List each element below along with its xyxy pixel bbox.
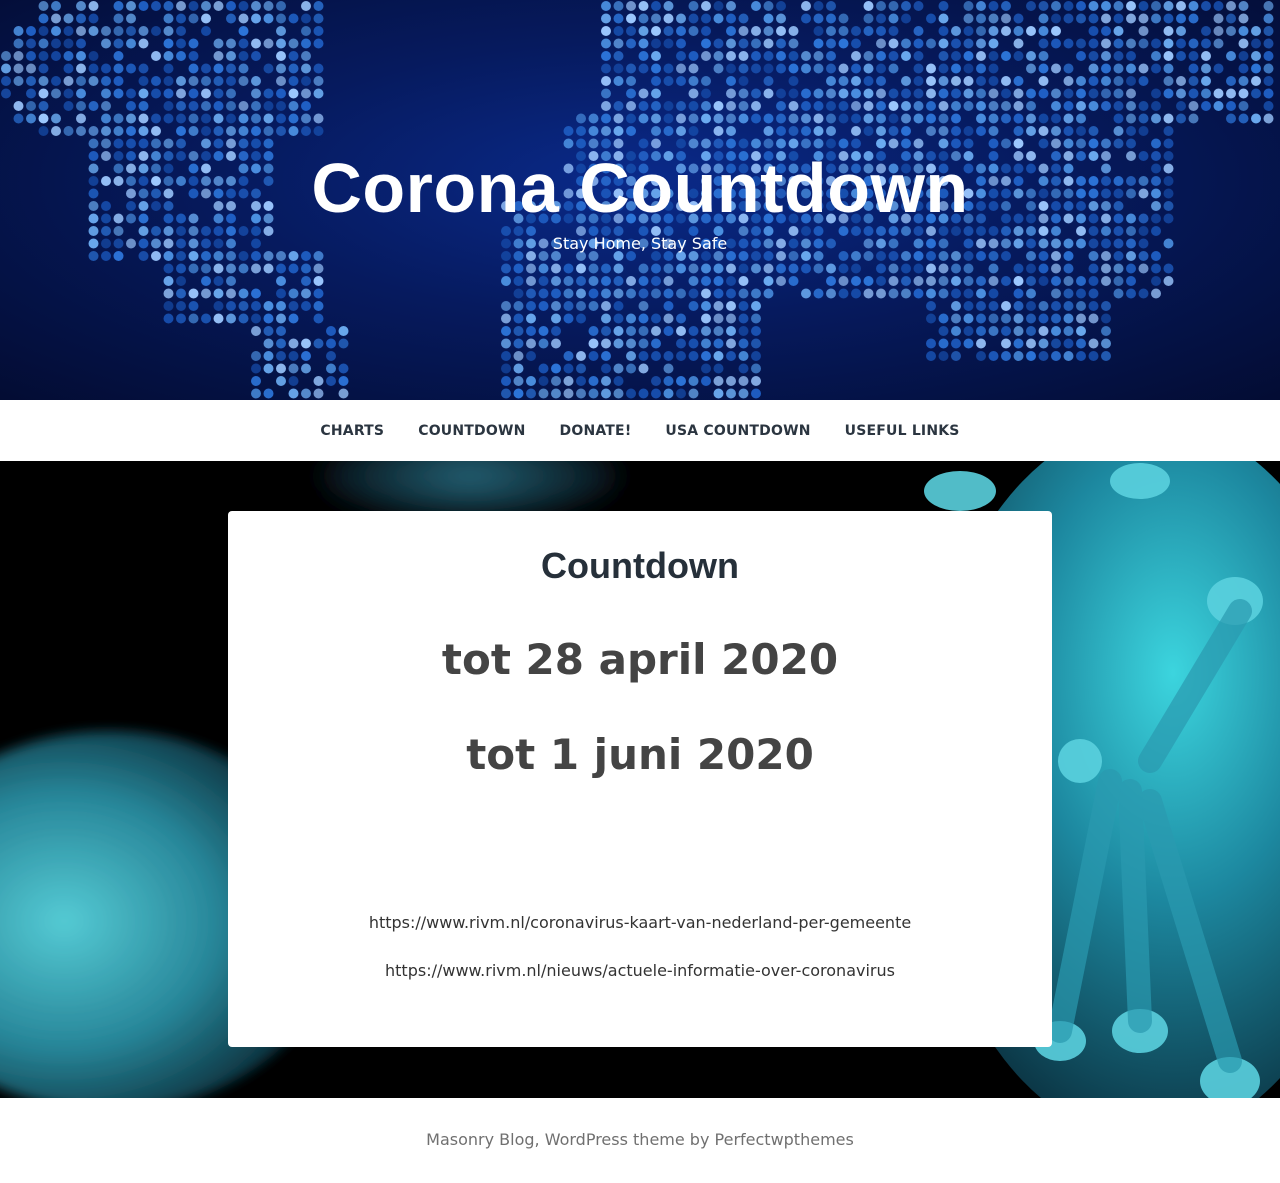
content-area: Countdown tot 28 april 2020 tot 1 juni 2… [0,461,1280,1098]
site-branding: Corona Countdown Stay Home, Stay Safe [0,148,1280,253]
nav-item-usa-countdown[interactable]: USA COUNTDOWN [648,423,827,439]
footer-theme-link[interactable]: Masonry Blog [426,1130,534,1149]
footer-credit: Masonry Blog, WordPress theme by Perfect… [0,1098,1280,1149]
nav-item-useful-links[interactable]: USEFUL LINKS [828,423,977,439]
site-title[interactable]: Corona Countdown [0,148,1280,228]
link-rivm-nieuws: https://www.rivm.nl/nieuws/actuele-infor… [228,959,1052,983]
main-navigation: CHARTS COUNTDOWN DONATE! USA COUNTDOWN U… [0,400,1280,461]
link-rivm-kaart-anchor[interactable]: https://www.rivm.nl/coronavirus-kaart-va… [369,913,911,932]
content-card: Countdown tot 28 april 2020 tot 1 juni 2… [228,511,1052,1047]
site-header: Corona Countdown Stay Home, Stay Safe [0,0,1280,400]
nav-item-countdown[interactable]: COUNTDOWN [401,423,542,439]
countdown-date-1: tot 28 april 2020 [441,635,839,684]
link-rivm-kaart: https://www.rivm.nl/coronavirus-kaart-va… [228,911,1052,935]
site-tagline: Stay Home, Stay Safe [552,234,728,253]
countdown-date-2: tot 1 juni 2020 [466,730,814,779]
site-footer: Masonry Blog, WordPress theme by Perfect… [0,1098,1280,1183]
nav-item-donate[interactable]: DONATE! [543,423,649,439]
link-rivm-nieuws-anchor[interactable]: https://www.rivm.nl/nieuws/actuele-infor… [385,961,895,980]
footer-separator: , [534,1130,545,1149]
footer-credit-text: WordPress theme by [544,1130,715,1149]
page-title: Countdown [541,545,739,586]
nav-item-charts[interactable]: CHARTS [303,423,401,439]
footer-author-link[interactable]: Perfectwpthemes [715,1130,854,1149]
